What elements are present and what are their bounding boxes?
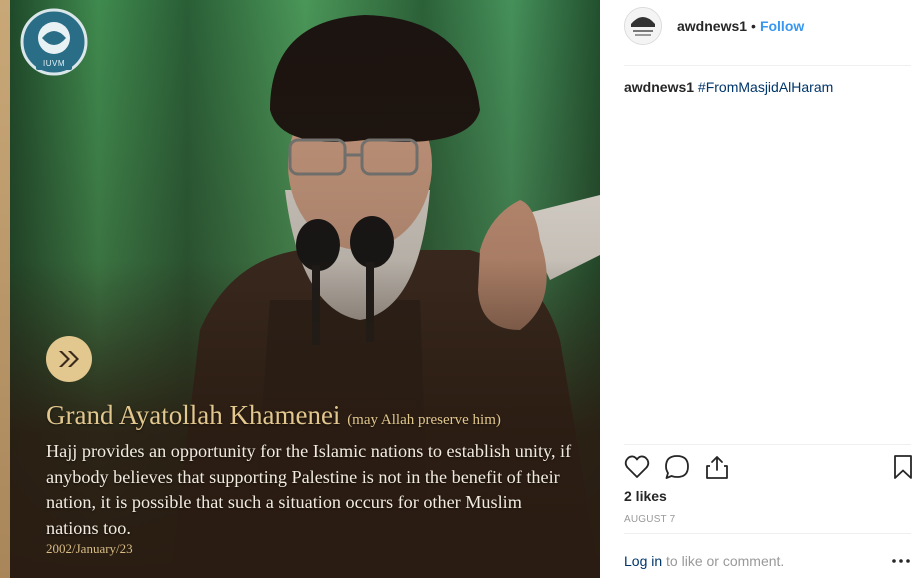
likes-count[interactable]: 2 likes	[624, 488, 667, 504]
login-prompt: Log in to like or comment.	[624, 553, 784, 569]
header-username[interactable]: awdnews1	[677, 18, 747, 34]
actions-divider	[624, 444, 911, 445]
header-separator: •	[751, 18, 756, 34]
post-header: awdnews1 • Follow	[624, 7, 804, 45]
quote-body: Hajj provides an opportunity for the Isl…	[46, 441, 572, 538]
post-caption: awdnews1 #FromMasjidAlHaram	[624, 79, 833, 95]
follow-button[interactable]: Follow	[760, 18, 804, 34]
caption-username[interactable]: awdnews1	[624, 79, 694, 95]
action-bar	[624, 454, 923, 482]
quote-title: Grand Ayatollah Khamenei (may Allah pres…	[46, 398, 576, 437]
quote-author-honorific: (may Allah preserve him)	[347, 412, 501, 428]
footer-divider	[624, 533, 911, 534]
quote-author: Grand Ayatollah Khamenei	[46, 400, 341, 430]
login-suffix: to like or comment.	[662, 553, 785, 569]
post-image[interactable]: IUVM Grand Ayatollah Khamenei (may Allah…	[0, 0, 600, 578]
post-sidebar: awdnews1 • Follow awdnews1 #FromMasjidAl…	[600, 0, 923, 578]
quote-icon	[46, 336, 92, 382]
share-icon[interactable]	[704, 454, 730, 480]
header-divider	[624, 65, 911, 66]
frame-border	[0, 0, 10, 578]
quote-date: 2002/January/23	[46, 541, 133, 556]
heart-icon[interactable]	[624, 454, 650, 480]
quote-block: Grand Ayatollah Khamenei (may Allah pres…	[46, 398, 576, 541]
login-link[interactable]: Log in	[624, 553, 662, 569]
news-logo-icon[interactable]	[624, 7, 662, 45]
caption-hashtag[interactable]: #FromMasjidAlHaram	[698, 79, 833, 95]
post-date[interactable]: AUGUST 7	[624, 514, 675, 525]
more-options-icon[interactable]	[891, 552, 911, 570]
logo-label: IUVM	[36, 58, 72, 70]
bookmark-icon[interactable]	[890, 454, 916, 480]
comment-icon[interactable]	[664, 454, 690, 480]
